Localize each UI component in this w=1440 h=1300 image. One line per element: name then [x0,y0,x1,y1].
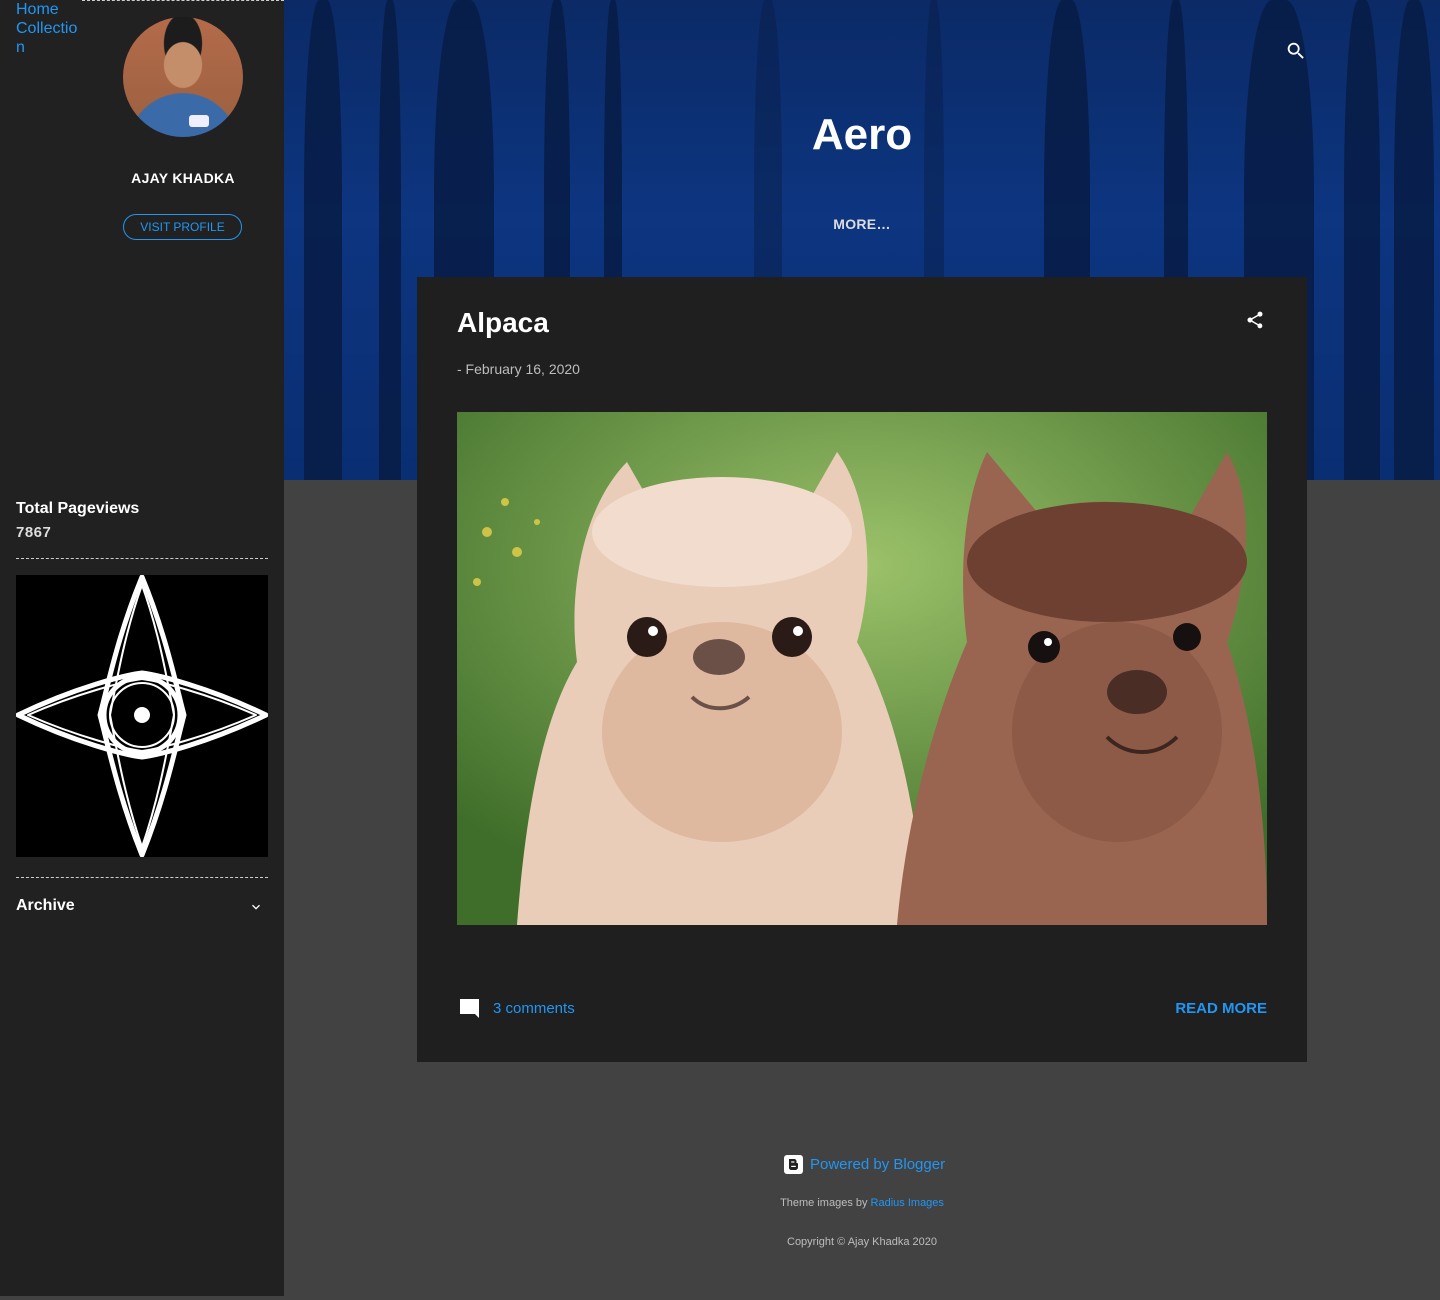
chevron-down-icon[interactable] [248,899,264,915]
post-image[interactable] [457,412,1267,925]
avatar[interactable] [123,17,243,137]
nav-link-collection[interactable]: Collection [16,19,78,57]
alpaca-photo [457,412,1267,925]
more-menu-link[interactable]: MORE… [284,216,1440,232]
header-tree [1394,0,1434,480]
blogger-logo-icon [784,1155,803,1174]
profile-name[interactable]: AJAY KHADKA [82,170,284,186]
archive-toggle[interactable]: Archive [16,897,268,919]
theme-credit-prefix: Theme images by [780,1197,871,1209]
post-date[interactable]: - February 16, 2020 [457,361,580,377]
sidebar-image [15,574,269,858]
archive-title: Archive [16,897,75,914]
share-icon[interactable] [1245,309,1265,331]
divider [82,0,284,1]
theme-credit-link[interactable]: Radius Images [871,1197,944,1209]
page-links: Home Collection [16,0,78,57]
nav-link-home[interactable]: Home [16,0,78,19]
search-icon[interactable] [1285,40,1307,62]
visit-profile-button[interactable]: VISIT PROFILE [123,214,242,240]
header-tree [304,0,342,480]
pageviews-count: 7867 [16,524,52,541]
sidebar: Home Collection AJAY KHADKA VISIT PROFIL… [0,0,284,1296]
divider [16,558,268,559]
theme-credit: Theme images by Radius Images [0,1197,1440,1209]
header-tree [379,0,401,480]
blog-title[interactable]: Aero [284,110,1440,160]
divider [16,877,268,878]
comment-icon[interactable] [457,997,481,1021]
copyright: Copyright © Ajay Khadka 2020 [787,1236,937,1248]
read-more-link[interactable]: READ MORE [1175,1000,1267,1017]
header-tree [1344,0,1380,480]
star-drawing [15,574,269,858]
post-title[interactable]: Alpaca [457,307,549,339]
avatar-shirt-detail [189,115,209,127]
powered-by-blogger-label[interactable]: Powered by Blogger [810,1156,945,1173]
post-card: Alpaca - February 16, 2020 3 comments RE… [417,277,1307,1062]
comments-link[interactable]: 3 comments [493,1000,575,1017]
pageviews-title: Total Pageviews [16,500,140,517]
